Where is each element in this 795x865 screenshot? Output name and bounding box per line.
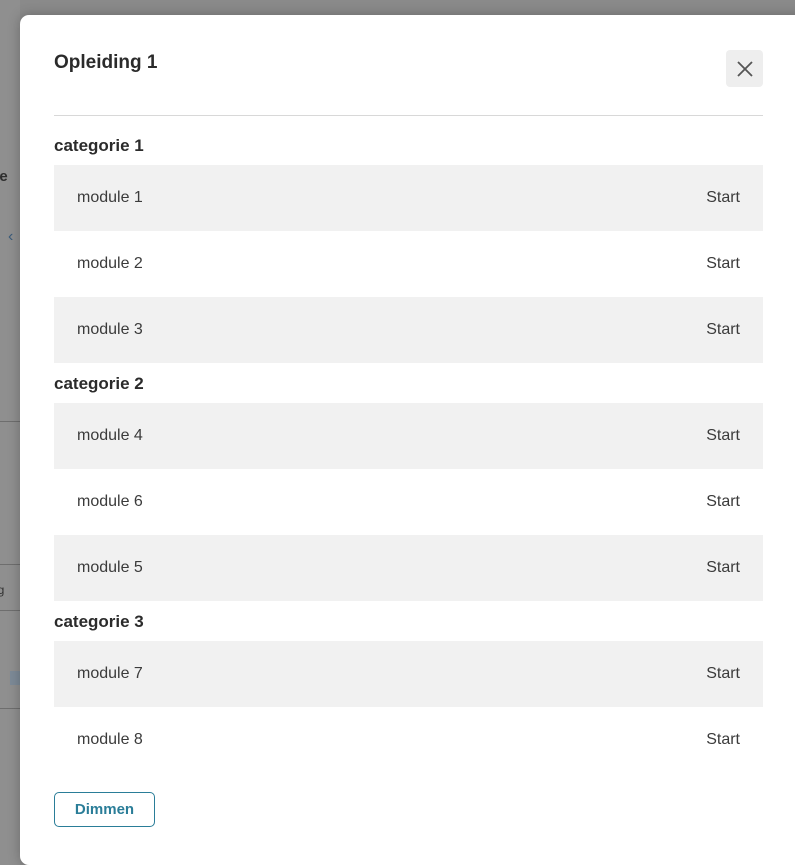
- module-row: module 3 Start: [54, 297, 763, 363]
- background-divider: [0, 610, 20, 611]
- start-button[interactable]: Start: [706, 731, 740, 749]
- start-button[interactable]: Start: [706, 493, 740, 511]
- category-title: categorie 1: [54, 136, 144, 155]
- dimmen-button[interactable]: Dimmen: [54, 792, 155, 827]
- module-row: module 7 Start: [54, 641, 763, 707]
- background-divider: [0, 564, 20, 565]
- start-button[interactable]: Start: [706, 255, 740, 273]
- module-list: categorie 1 module 1 Start module 2 Star…: [54, 133, 763, 773]
- module-name: module 6: [77, 493, 143, 510]
- background-divider: [0, 708, 20, 709]
- background-text-fragment: ee: [0, 168, 8, 185]
- module-row: module 4 Start: [54, 403, 763, 469]
- module-row: module 1 Start: [54, 165, 763, 231]
- start-button[interactable]: Start: [706, 189, 740, 207]
- category-title: categorie 3: [54, 612, 144, 631]
- title-divider: [54, 115, 763, 116]
- module-row: module 2 Start: [54, 231, 763, 297]
- start-button[interactable]: Start: [706, 427, 740, 445]
- module-row: module 5 Start: [54, 535, 763, 601]
- module-row: module 6 Start: [54, 469, 763, 535]
- module-name: module 1: [77, 189, 143, 206]
- background-divider: [0, 421, 20, 422]
- background-page: ee ‹ e ng: [0, 0, 20, 865]
- background-text-fragment: e: [0, 380, 20, 397]
- chevron-left-icon: ‹: [8, 228, 14, 245]
- start-button[interactable]: Start: [706, 665, 740, 683]
- close-icon: [736, 60, 753, 77]
- background-element: [10, 671, 20, 685]
- module-name: module 2: [77, 255, 143, 272]
- modal-title: Opleiding 1: [54, 52, 158, 73]
- module-name: module 8: [77, 731, 143, 748]
- start-button[interactable]: Start: [706, 321, 740, 339]
- close-button[interactable]: [726, 50, 763, 87]
- category-title: categorie 2: [54, 374, 144, 393]
- module-name: module 7: [77, 665, 143, 682]
- background-text-fragment: ng: [0, 583, 5, 597]
- module-name: module 3: [77, 321, 143, 338]
- module-row: module 8 Start: [54, 707, 763, 773]
- module-name: module 4: [77, 427, 143, 444]
- start-button[interactable]: Start: [706, 559, 740, 577]
- module-name: module 5: [77, 559, 143, 576]
- training-modal: Opleiding 1 categorie 1 module 1 Start m…: [20, 15, 795, 865]
